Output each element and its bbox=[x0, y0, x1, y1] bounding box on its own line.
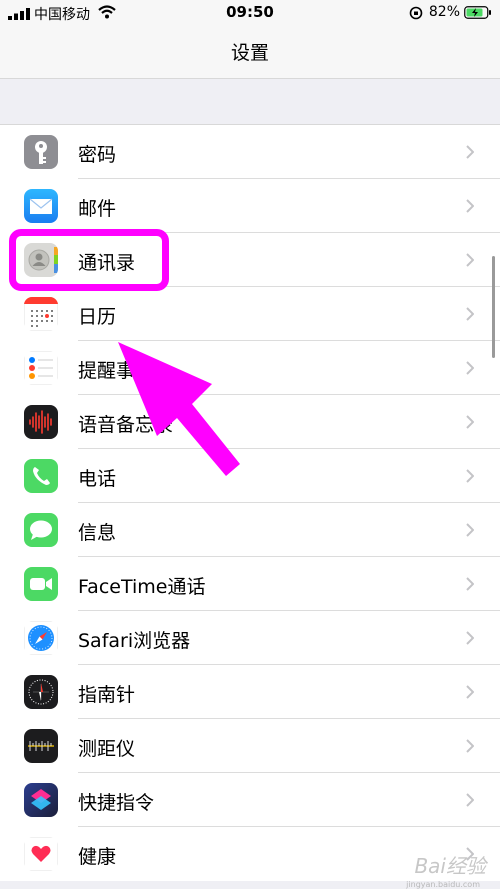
watermark-brand: Bai经验 bbox=[414, 854, 486, 878]
annotation-arrow-icon bbox=[118, 342, 240, 476]
watermark-url: jingyan.baidu.com bbox=[406, 880, 480, 889]
